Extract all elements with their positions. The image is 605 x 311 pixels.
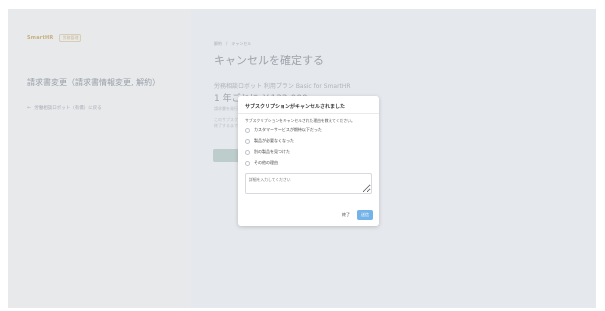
- reason-option-customer-service[interactable]: カスタマーサービスが期待以下だった: [245, 127, 322, 133]
- modal-divider: [238, 113, 379, 114]
- send-button[interactable]: 送信: [357, 210, 373, 220]
- modal-title: サブスクリプションがキャンセルされました: [245, 104, 346, 110]
- radio-button[interactable]: [245, 149, 250, 155]
- cancel-reason-modal: サブスクリプションがキャンセルされました サブスクリプションをキャンセルされた理…: [238, 96, 379, 226]
- reason-option-found-another[interactable]: 別の製品を見つけた: [245, 149, 290, 155]
- reason-label: その他の理由: [254, 160, 278, 165]
- reason-option-no-longer-needed[interactable]: 製品が必要なくなった: [245, 138, 294, 144]
- radio-button[interactable]: [245, 127, 250, 133]
- reason-details-input[interactable]: [245, 173, 372, 194]
- reason-label: 別の製品を見つけた: [254, 149, 290, 154]
- modal-actions: 終了 送信: [339, 210, 373, 220]
- reason-option-other[interactable]: その他の理由: [245, 160, 278, 166]
- close-button[interactable]: 終了: [339, 210, 353, 220]
- radio-button[interactable]: [245, 160, 250, 166]
- reason-label: カスタマーサービスが期待以下だった: [254, 127, 322, 132]
- reason-label: 製品が必要なくなった: [254, 138, 294, 143]
- radio-button[interactable]: [245, 138, 250, 144]
- modal-description: サブスクリプションをキャンセルされた理由を教えてください。: [245, 118, 355, 123]
